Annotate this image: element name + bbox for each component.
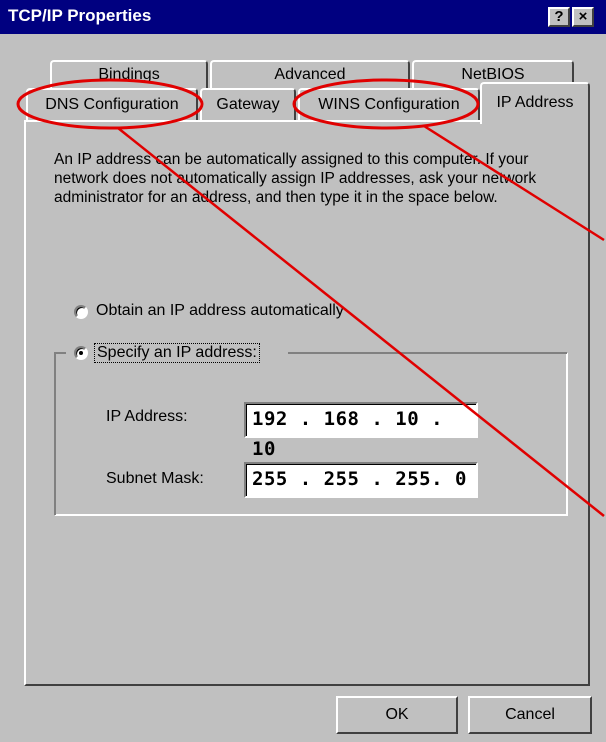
tab-wins-configuration[interactable]: WINS Configuration bbox=[298, 88, 480, 120]
ok-button[interactable]: OK bbox=[336, 696, 458, 734]
tab-ip-address[interactable]: IP Address bbox=[480, 82, 590, 124]
window-title: TCP/IP Properties bbox=[8, 6, 152, 25]
tab-dns-configuration[interactable]: DNS Configuration bbox=[26, 88, 198, 120]
tab-panel bbox=[24, 120, 590, 686]
tab-bindings[interactable]: Bindings bbox=[50, 60, 208, 90]
cancel-button[interactable]: Cancel bbox=[468, 696, 592, 734]
title-bar: TCP/IP Properties ? × bbox=[0, 0, 606, 34]
specify-ip-label[interactable]: Specify an IP address: bbox=[94, 343, 260, 363]
specify-ip-radio[interactable] bbox=[74, 346, 88, 360]
tab-advanced[interactable]: Advanced bbox=[210, 60, 410, 90]
radio-selected-dot bbox=[79, 351, 83, 355]
tab-gateway[interactable]: Gateway bbox=[200, 88, 296, 120]
close-button[interactable]: × bbox=[572, 7, 594, 27]
help-button[interactable]: ? bbox=[548, 7, 570, 27]
